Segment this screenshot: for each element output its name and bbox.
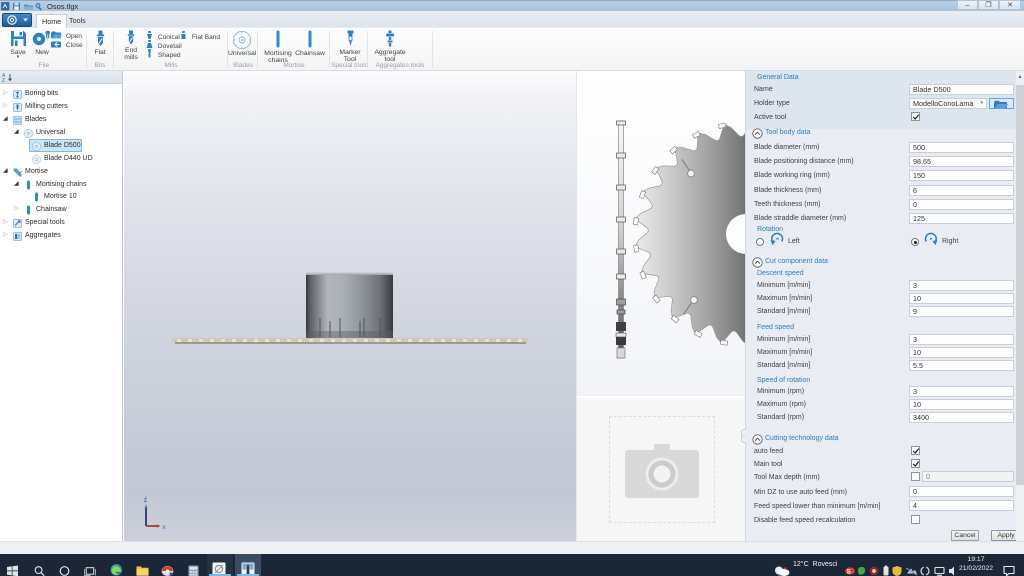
svg-text:z: z [144, 497, 147, 504]
svg-text:x: x [163, 524, 167, 531]
svg-text:S: S [847, 569, 851, 575]
svg-text:Z: Z [2, 78, 5, 83]
